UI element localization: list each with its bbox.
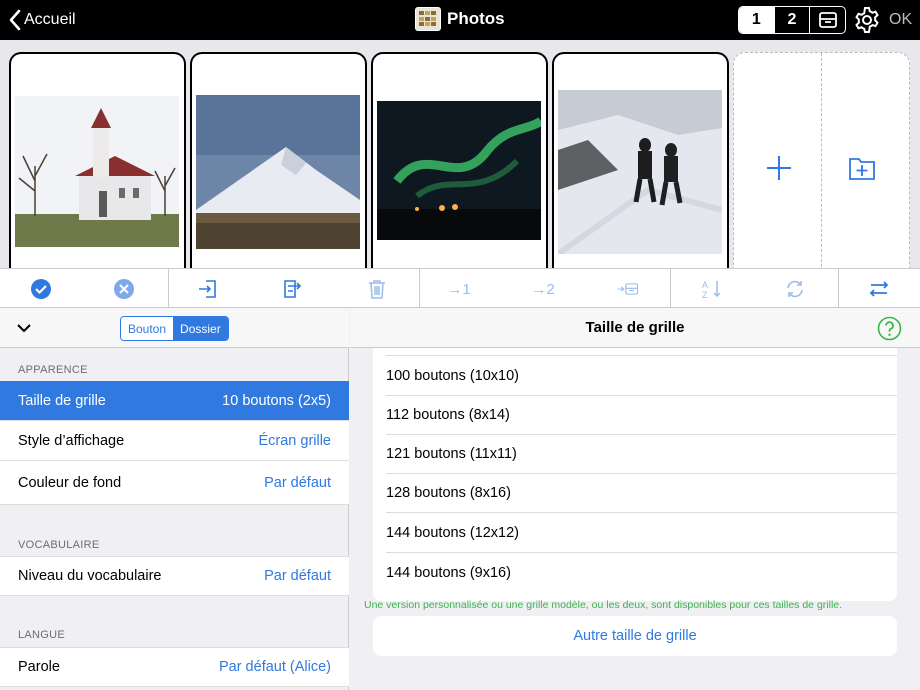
- section-appearance: APPARENCE: [18, 364, 88, 376]
- drawer-icon: [818, 12, 837, 28]
- grid-availability-note: Une version personnalisée ou une grille …: [364, 599, 843, 611]
- list-item[interactable]: 112 boutons (8x14): [386, 396, 897, 435]
- other-grid-size-button[interactable]: Autre taille de grille: [373, 616, 897, 656]
- photo-church: [15, 96, 179, 247]
- row-value: Écran grille: [258, 432, 331, 449]
- grid-size-list: 100 boutons (10x10) 112 boutons (8x14) 1…: [373, 348, 897, 601]
- photo-card-snow-hikers[interactable]: [552, 52, 729, 272]
- list-item-partial: [386, 348, 897, 356]
- svg-text:Z: Z: [702, 290, 708, 300]
- toolbar-divider: [168, 269, 169, 309]
- page-2-button[interactable]: 2: [775, 7, 811, 33]
- button-folder-segment: Bouton Dossier: [120, 316, 229, 341]
- panel-title: Taille de grille: [585, 319, 685, 336]
- sort-button[interactable]: AZ: [700, 278, 724, 300]
- row-vocabulary-level[interactable]: Niveau du vocabulaire Par défaut: [0, 556, 349, 596]
- toolbar-divider: [838, 269, 839, 309]
- swap-button[interactable]: [867, 278, 891, 300]
- toolbar-divider: [670, 269, 671, 309]
- toolbar-divider: [419, 269, 420, 309]
- drawer-button[interactable]: [810, 7, 845, 33]
- sort-icon: AZ: [702, 280, 721, 300]
- move-to-page-1-button[interactable]: →1: [447, 278, 471, 300]
- row-background-color[interactable]: Couleur de fond Par défaut: [0, 461, 349, 505]
- row-value: Par défaut (Alice): [218, 659, 331, 675]
- add-card-placeholder: [733, 52, 910, 272]
- page-title: Photos: [447, 9, 505, 28]
- select-all-button[interactable]: [29, 278, 53, 300]
- back-button[interactable]: Accueil: [8, 8, 76, 32]
- page-selector: 1 2: [738, 6, 846, 34]
- row-label: Style d’affichage: [18, 432, 125, 449]
- photo-snow-hikers: [558, 90, 722, 254]
- import-icon: [199, 280, 216, 298]
- refresh-icon: [787, 280, 803, 298]
- list-item[interactable]: 121 boutons (11x11): [386, 435, 897, 474]
- top-bar: Accueil Photos 1 2 OK: [0, 0, 920, 40]
- photo-cards-strip: [0, 40, 920, 272]
- row-value: Par défaut: [264, 568, 331, 584]
- gear-icon[interactable]: [852, 5, 882, 35]
- row-label: Niveau du vocabulaire: [18, 568, 162, 584]
- plus-icon[interactable]: [764, 153, 794, 183]
- delete-button[interactable]: [365, 278, 389, 300]
- photo-mountain: [196, 95, 360, 249]
- deselect-button[interactable]: [112, 278, 136, 300]
- add-card-divider: [821, 53, 822, 272]
- help-icon[interactable]: [877, 316, 902, 341]
- section-vocabulary: VOCABULAIRE: [18, 539, 100, 551]
- grid-size-panel: Taille de grille 100 boutons (10x10) 112…: [350, 308, 920, 690]
- row-speech[interactable]: Parole Par défaut (Alice): [0, 647, 349, 687]
- back-label: Accueil: [24, 11, 76, 28]
- svg-text:A: A: [702, 280, 708, 290]
- ok-button[interactable]: OK: [889, 11, 912, 29]
- row-label: Taille de grille: [18, 392, 106, 409]
- album-icon: [415, 7, 441, 31]
- move-to-drawer-icon: [617, 283, 639, 295]
- chevron-left-icon: [9, 9, 21, 31]
- row-label: Couleur de fond: [18, 474, 122, 491]
- grid-size-header: Taille de grille: [350, 308, 920, 348]
- trash-icon: [369, 280, 385, 299]
- list-item[interactable]: 144 boutons (9x16): [386, 553, 897, 592]
- list-item[interactable]: 100 boutons (10x10): [386, 357, 897, 396]
- section-language: LANGUE: [18, 629, 66, 641]
- photo-aurora: [377, 101, 541, 240]
- list-item[interactable]: 144 boutons (12x12): [386, 514, 897, 553]
- swap-icon: [869, 281, 889, 297]
- import-button[interactable]: [196, 278, 220, 300]
- settings-header: Bouton Dossier: [0, 308, 349, 348]
- deselect-icon: [114, 279, 134, 299]
- list-item[interactable]: 128 boutons (8x16): [386, 474, 897, 513]
- settings-panel: Bouton Dossier APPARENCE Taille de grill…: [0, 308, 349, 690]
- select-all-icon: [31, 279, 51, 299]
- photo-card-mountain[interactable]: [190, 52, 367, 272]
- refresh-button[interactable]: [783, 278, 807, 300]
- photo-card-church[interactable]: [9, 52, 186, 272]
- row-display-style[interactable]: Style d’affichage Écran grille: [0, 421, 349, 461]
- row-grid-size[interactable]: Taille de grille 10 boutons (2x5): [0, 381, 349, 421]
- copy-to-icon: [284, 280, 302, 298]
- page-title-group: Photos: [415, 7, 505, 31]
- copy-to-button[interactable]: [281, 278, 305, 300]
- row-value: Par défaut: [264, 474, 331, 491]
- photo-card-aurora[interactable]: [371, 52, 548, 272]
- row-value: 10 boutons (2x5): [222, 392, 331, 409]
- page-1-button[interactable]: 1: [739, 7, 775, 33]
- segment-button[interactable]: Bouton: [121, 317, 174, 340]
- segment-folder[interactable]: Dossier: [173, 317, 228, 340]
- edit-toolbar: →1 →2 AZ: [0, 268, 920, 309]
- chevron-down-icon[interactable]: [16, 322, 32, 334]
- add-folder-icon[interactable]: [847, 153, 877, 183]
- move-to-drawer-button[interactable]: [613, 278, 643, 300]
- row-label: Parole: [18, 659, 60, 675]
- move-to-page-2-button[interactable]: →2: [531, 278, 555, 300]
